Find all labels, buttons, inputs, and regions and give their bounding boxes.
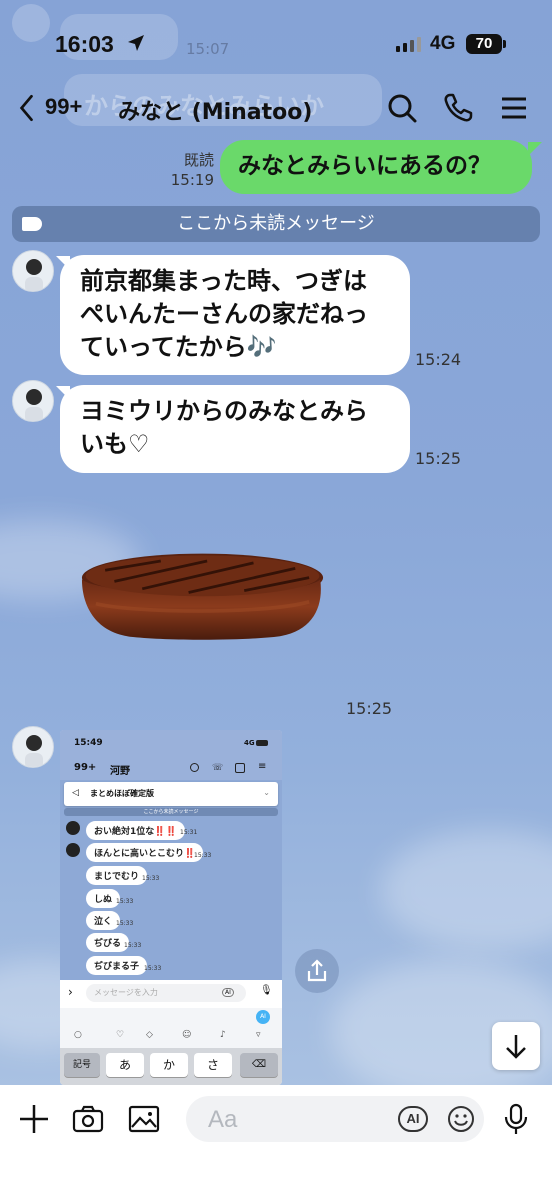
image-icon[interactable] xyxy=(128,1103,160,1135)
message-input[interactable]: Aa AI xyxy=(186,1096,484,1142)
back-chevron-icon[interactable] xyxy=(18,94,36,122)
screenshot-key: あ xyxy=(106,1053,144,1077)
screenshot-keyboard: 記号 あ か さ ⌫ xyxy=(60,1048,282,1085)
network-label: 4G xyxy=(430,33,456,54)
screenshot-message: ぢびまる子 xyxy=(86,956,148,975)
incoming-message[interactable]: ヨミウリからのみなとみら いも♡ xyxy=(60,385,410,473)
screenshot-key: さ xyxy=(194,1053,232,1077)
screenshot-message: ほんとに高いとこむり‼️ xyxy=(86,843,204,862)
screenshot-message-time: 15:33 xyxy=(142,875,160,882)
read-label: 既読 xyxy=(183,151,214,169)
incoming-message[interactable]: 前京都集まった時、つぎは ぺいんたーさんの家だねっ ていってたから🎶 xyxy=(60,255,410,375)
screenshot-message-time: 15:31 xyxy=(180,829,198,836)
camera-icon[interactable] xyxy=(72,1103,104,1135)
unread-count[interactable]: 99+ xyxy=(45,94,82,120)
screenshot-chevron-right-icon: › xyxy=(68,985,73,999)
message-input-placeholder: Aa xyxy=(208,1106,238,1133)
screenshot-time: 15:49 xyxy=(74,738,103,748)
person-icon xyxy=(25,259,43,291)
person-icon xyxy=(25,735,43,767)
screenshot-backspace-key: ⌫ xyxy=(240,1053,278,1077)
read-receipt: 既読 15:19 xyxy=(171,150,214,190)
incoming-message-line: ヨミウリからのみなとみら xyxy=(80,397,368,425)
screenshot-message: しぬ xyxy=(86,889,121,908)
chevron-down-icon: ⌄ xyxy=(263,788,270,797)
signal-icon xyxy=(396,37,421,52)
screenshot-network: 4G xyxy=(244,739,255,747)
screenshot-toolbar: ○ ♡ ◇ ☺ ♪ ▿ xyxy=(74,1030,261,1040)
scroll-to-bottom-button[interactable] xyxy=(492,1022,540,1070)
screenshot-message: ぢびる xyxy=(86,933,130,952)
message-time: 15:25 xyxy=(346,699,393,718)
emoji-icon[interactable] xyxy=(446,1104,476,1134)
megaphone-icon: ◁ xyxy=(72,788,79,798)
avatar[interactable] xyxy=(12,380,54,422)
screenshot-message: おい絶対1位な‼️‼️ xyxy=(86,821,185,840)
status-bar: 16:03 4G 70 xyxy=(0,0,552,88)
message-time: 15:24 xyxy=(415,350,462,369)
incoming-message-line: ぺいんたーさんの家だねっ xyxy=(80,300,368,328)
screenshot-message-time: 15:33 xyxy=(116,898,134,905)
screenshot-phone-icon: ☏ xyxy=(212,763,224,773)
status-time: 16:03 xyxy=(55,31,114,57)
sent-time: 15:19 xyxy=(170,171,214,189)
screenshot-message: まじでむり xyxy=(86,866,148,885)
screenshot-input-placeholder: メッセージを入力 xyxy=(94,988,158,997)
plus-icon[interactable] xyxy=(18,1103,50,1135)
chat-header: 99+ みなと (Minatoo) xyxy=(0,86,552,132)
share-icon xyxy=(307,959,327,982)
search-icon[interactable] xyxy=(386,92,418,124)
steak-image[interactable] xyxy=(70,548,335,650)
screenshot-battery-icon xyxy=(256,740,268,746)
ai-label: AI xyxy=(406,1111,420,1126)
incoming-message-line: 前京都集まった時、つぎは xyxy=(80,267,368,295)
screenshot-announcement-text: まとめほぼ確定版 xyxy=(90,789,154,798)
screenshot-search-icon xyxy=(190,763,199,772)
battery-icon: 70 xyxy=(466,34,506,54)
avatar[interactable] xyxy=(12,250,54,292)
screenshot-calendar-icon xyxy=(235,763,245,773)
screenshot-back-count: 99+ xyxy=(74,762,97,773)
screenshot-message-time: 15:33 xyxy=(116,920,134,927)
microphone-icon[interactable] xyxy=(500,1103,532,1135)
screenshot-key: 記号 xyxy=(64,1053,100,1077)
unread-divider-text: ここから未読メッセージ xyxy=(177,213,375,234)
screenshot-menu-icon: ≡ xyxy=(258,761,267,772)
screenshot-ai-label: AI xyxy=(222,988,234,997)
screenshot-unread-divider-text: ここから未読メッセージ xyxy=(143,809,199,815)
tag-icon xyxy=(22,217,42,231)
screenshot-image[interactable]: 15:49 4G 99+ 河野 ☏ ≡ ◁ まとめほぼ確定版 ⌄ ここから未読メ… xyxy=(60,730,282,1085)
screenshot-unread-divider: ここから未読メッセージ xyxy=(64,808,278,816)
unread-divider: ここから未読メッセージ xyxy=(12,206,540,242)
person-icon xyxy=(25,389,43,421)
screenshot-message-time: 15:33 xyxy=(194,852,212,859)
composer-bar: Aa AI xyxy=(0,1085,552,1200)
outgoing-message[interactable]: みなとみらいにあるの？ xyxy=(220,140,532,194)
screenshot-avatar xyxy=(66,843,80,857)
message-time: 15:25 xyxy=(415,449,462,468)
location-arrow-icon xyxy=(128,35,144,51)
bubble-tail xyxy=(528,142,542,156)
screenshot-message: 泣く xyxy=(86,911,121,930)
screenshot-announcement: ◁ まとめほぼ確定版 ⌄ xyxy=(64,782,278,806)
share-button[interactable] xyxy=(295,949,339,993)
phone-icon[interactable] xyxy=(442,92,474,124)
screenshot-title: 河野 xyxy=(110,766,130,777)
screenshot-input-bar: › メッセージを入力 AI 🎙 xyxy=(60,980,282,1008)
screenshot-avatar xyxy=(66,821,80,835)
incoming-message-line: ていってたから🎶 xyxy=(80,333,277,361)
screenshot-ai-badge: AI xyxy=(256,1010,270,1024)
arrow-down-icon xyxy=(506,1035,526,1059)
screenshot-message-time: 15:33 xyxy=(124,942,142,949)
incoming-message-line: いも♡ xyxy=(80,430,150,458)
menu-icon[interactable] xyxy=(498,92,530,124)
ai-button[interactable]: AI xyxy=(398,1106,428,1132)
screenshot-key: か xyxy=(150,1053,188,1077)
screenshot-message-time: 15:33 xyxy=(144,965,162,972)
avatar[interactable] xyxy=(12,726,54,768)
chat-title[interactable]: みなと (Minatoo) xyxy=(118,94,312,126)
screenshot-input-field: メッセージを入力 AI xyxy=(86,984,246,1002)
outgoing-message-text: みなとみらいにあるの？ xyxy=(238,153,491,179)
screenshot-mic-icon: 🎙 xyxy=(260,985,273,996)
